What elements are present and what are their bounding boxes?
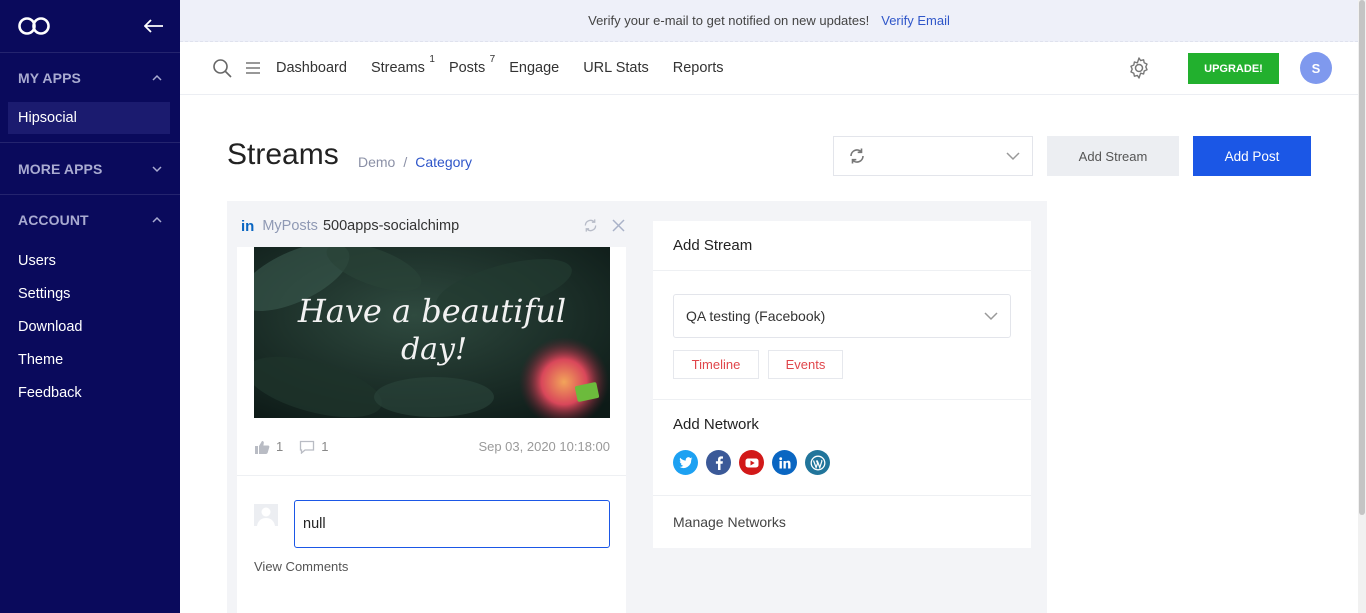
chevron-up-icon	[152, 216, 162, 223]
view-comments-link[interactable]: View Comments	[254, 559, 348, 574]
verify-email-link[interactable]: Verify Email	[881, 13, 950, 28]
streams-count-badge: 1	[429, 54, 435, 65]
twitter-icon[interactable]	[673, 450, 698, 475]
stream-column: in MyPosts 500apps-socialchimp Have a be…	[227, 201, 637, 613]
top-nav: Dashboard Streams 1 Posts 7 Engage URL Sta…	[180, 42, 1358, 95]
post-meta: 1 1 Sep 03, 2020 10:18:00	[254, 439, 610, 454]
nav-reports[interactable]: Reports	[673, 60, 724, 76]
comment-input[interactable]	[294, 500, 610, 548]
sidebar-header	[0, 0, 180, 53]
add-network-title: Add Network	[673, 416, 759, 433]
sidebar-item-users[interactable]: Users	[0, 245, 180, 278]
like-count: 1	[276, 439, 284, 454]
sidebar-section-account: ACCOUNT Users Settings Download Theme Fe…	[0, 195, 180, 410]
refresh-icon	[850, 148, 864, 164]
sidebar-heading-more-apps[interactable]: MORE APPS	[0, 143, 180, 194]
like-icon[interactable]	[254, 440, 270, 454]
sidebar-heading-my-apps[interactable]: MY APPS	[0, 53, 180, 103]
close-icon[interactable]	[612, 219, 625, 232]
breadcrumb-category[interactable]: Category	[415, 154, 472, 170]
divider	[653, 495, 1031, 496]
youtube-icon[interactable]	[739, 450, 764, 475]
linkedin-icon: in	[241, 217, 255, 235]
add-stream-button[interactable]: Add Stream	[1047, 136, 1179, 176]
sidebar-item-download[interactable]: Download	[0, 311, 180, 344]
wordpress-icon[interactable]	[805, 450, 830, 475]
stream-header: in MyPosts 500apps-socialchimp	[227, 201, 637, 251]
post-image-art: Have a beautiful day!	[254, 247, 610, 418]
post-card: Have a beautiful day! 1 1 Sep 03, 2020 1…	[237, 247, 626, 613]
facebook-icon[interactable]	[706, 450, 731, 475]
post-date: Sep 03, 2020 10:18:00	[478, 439, 610, 454]
linkedin-network-icon[interactable]	[772, 450, 797, 475]
network-icons	[673, 450, 830, 475]
add-stream-panel: Add Stream QA testing (Facebook) Timelin…	[653, 221, 1031, 548]
stream-name: 500apps-socialchimp	[322, 218, 460, 234]
banner-text: Verify your e-mail to get notified on ne…	[588, 13, 870, 28]
nav-streams[interactable]: Streams 1	[371, 54, 435, 76]
sidebar-section-my-apps: MY APPS Hipsocial	[0, 53, 180, 143]
breadcrumb-separator: /	[403, 154, 408, 170]
account-select-value: QA testing (Facebook)	[686, 308, 826, 324]
upgrade-button[interactable]: UPGRADE!	[1188, 53, 1279, 84]
post-image[interactable]: Have a beautiful day!	[254, 247, 610, 418]
divider	[653, 399, 1031, 400]
menu-icon[interactable]	[244, 58, 262, 78]
sidebar-item-settings[interactable]: Settings	[0, 278, 180, 311]
post-image-caption-2: day!	[401, 332, 467, 367]
comment-avatar-icon	[254, 504, 278, 526]
chevron-down-icon	[984, 312, 998, 321]
breadcrumb-demo[interactable]: Demo	[358, 154, 395, 170]
collapse-sidebar-icon[interactable]	[144, 19, 164, 33]
gear-icon[interactable]	[1127, 56, 1151, 80]
chevron-down-icon	[152, 165, 162, 172]
post-image-caption-1: Have a beautiful	[297, 292, 566, 330]
sidebar-item-theme[interactable]: Theme	[0, 344, 180, 377]
nav-dashboard[interactable]: Dashboard	[276, 60, 347, 76]
search-icon[interactable]	[212, 58, 232, 78]
chevron-up-icon	[152, 74, 162, 81]
chevron-down-icon	[1006, 152, 1020, 161]
sidebar-section-more-apps: MORE APPS	[0, 143, 180, 195]
page-title: Streams	[227, 138, 339, 171]
events-tag-button[interactable]: Events	[768, 350, 843, 379]
user-avatar[interactable]: S	[1300, 52, 1332, 84]
comment-count: 1	[321, 439, 329, 454]
add-stream-column: Add Stream QA testing (Facebook) Timelin…	[637, 201, 1047, 613]
nav-posts[interactable]: Posts 7	[449, 54, 495, 76]
app-logo-icon[interactable]	[17, 16, 51, 36]
posts-count-badge: 7	[489, 54, 496, 65]
comment-icon[interactable]	[299, 440, 315, 454]
sidebar: MY APPS Hipsocial MORE APPS ACCOUNT User…	[0, 0, 180, 613]
refresh-icon[interactable]	[583, 218, 598, 233]
scrollbar-thumb[interactable]	[1359, 0, 1365, 515]
add-stream-title: Add Stream	[653, 221, 1031, 271]
sidebar-item-hipsocial[interactable]: Hipsocial	[8, 102, 170, 134]
sidebar-heading-account[interactable]: ACCOUNT	[0, 195, 180, 245]
divider	[237, 475, 626, 476]
timeline-tag-button[interactable]: Timeline	[673, 350, 759, 379]
stream-type: MyPosts	[262, 218, 318, 234]
page-scrollbar[interactable]	[1358, 0, 1366, 613]
breadcrumb: Demo / Category	[358, 154, 472, 170]
main-nav: Dashboard Streams 1 Posts 7 Engage URL Sta…	[276, 54, 748, 76]
nav-url-stats[interactable]: URL Stats	[583, 60, 649, 76]
manage-networks-link[interactable]: Manage Networks	[673, 514, 786, 530]
account-select[interactable]: QA testing (Facebook)	[673, 294, 1011, 338]
sidebar-item-feedback[interactable]: Feedback	[0, 377, 180, 410]
add-post-button[interactable]: Add Post	[1193, 136, 1311, 176]
stream-select-dropdown[interactable]	[833, 136, 1033, 176]
nav-engage[interactable]: Engage	[509, 60, 559, 76]
verify-email-banner: Verify your e-mail to get notified on ne…	[180, 0, 1358, 42]
